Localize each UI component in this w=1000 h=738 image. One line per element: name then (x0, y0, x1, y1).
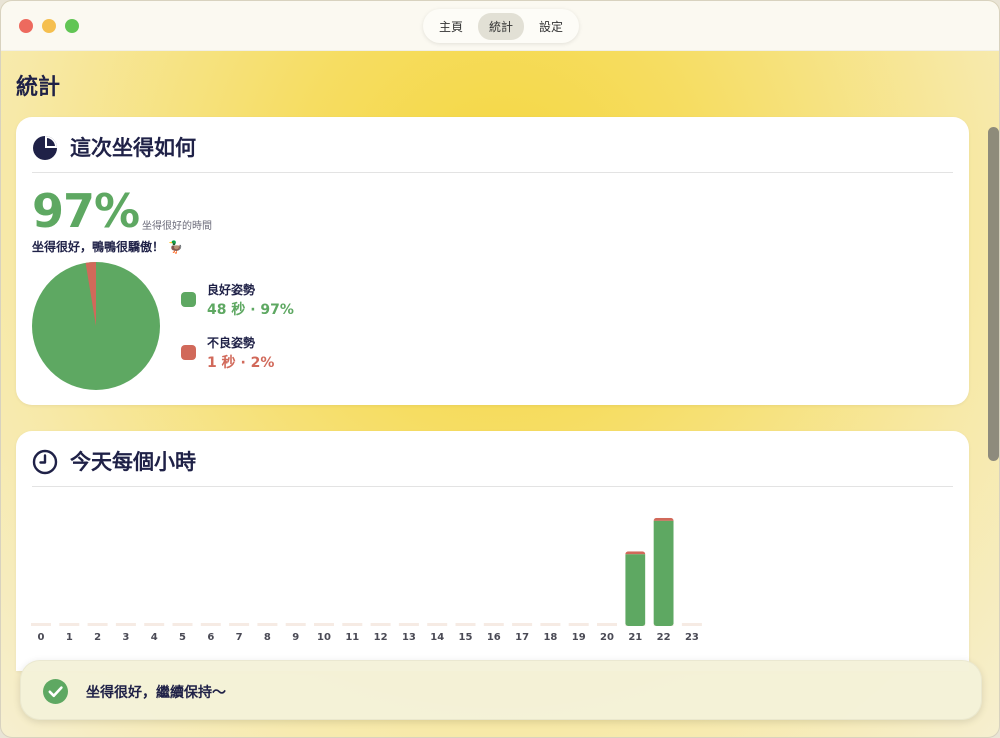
hour-tick-label: 9 (292, 632, 299, 643)
bar-bad-hour-21 (625, 551, 646, 555)
session-summary-card: 這次坐得如何 97% 坐得很好的時間 坐得很好，鴨鴨很驕傲！ 🦆 良好姿勢 48… (16, 117, 969, 405)
page-title: 統計 (16, 75, 61, 100)
hour-tick-label: 13 (402, 632, 416, 643)
hour-tick-label: 12 (374, 632, 388, 643)
hour-slot-1 (59, 623, 80, 626)
title-bar: 主頁 統計 設定 (1, 1, 999, 51)
hour-tick-label: 6 (207, 632, 214, 643)
hour-tick-label: 15 (459, 632, 473, 643)
status-toast: 坐得很好，繼續保持～ (20, 660, 982, 720)
hour-tick-label: 8 (264, 632, 271, 643)
hour-slot-15 (455, 623, 476, 626)
hour-slot-9 (285, 623, 306, 626)
hour-tick-label: 1 (66, 632, 73, 643)
hourly-card-title: 今天每個小時 (70, 450, 196, 474)
hour-slot-19 (568, 623, 589, 626)
encouragement-message: 坐得很好，鴨鴨很驕傲！ 🦆 (32, 240, 184, 254)
app-window: 主頁 統計 設定 統計 這次坐得如何 97% 坐得很好的時間 坐得很好，鴨鴨很驕… (0, 0, 1000, 738)
bar-good-hour-22 (653, 520, 674, 626)
check-circle-icon (43, 679, 68, 704)
hour-tick-label: 7 (236, 632, 243, 643)
hour-slot-8 (257, 623, 278, 626)
legend-swatch-good (181, 292, 196, 307)
hour-slot-4 (144, 623, 165, 626)
legend-label-good: 良好姿勢 (207, 283, 256, 297)
hour-slot-14 (427, 623, 448, 626)
hour-tick-label: 2 (94, 632, 101, 643)
hour-tick-label: 16 (487, 632, 501, 643)
clock-icon (32, 449, 58, 475)
hour-slot-17 (512, 623, 533, 626)
hour-slot-11 (342, 623, 363, 626)
tab-home[interactable]: 主頁 (428, 13, 474, 40)
zoom-window-button[interactable] (65, 19, 79, 33)
hour-tick-label: 3 (122, 632, 129, 643)
toast-message: 坐得很好，繼續保持～ (86, 685, 226, 701)
minimize-window-button[interactable] (42, 19, 56, 33)
bar-good-hour-21 (625, 554, 646, 626)
legend-value-good: 48 秒 · 97% (207, 302, 294, 318)
legend-value-bad: 1 秒 · 2% (207, 355, 275, 371)
hour-tick-label: 23 (685, 632, 699, 643)
hour-tick-label: 10 (317, 632, 331, 643)
hourly-card-header: 今天每個小時 (32, 447, 953, 487)
percent-caption: 坐得很好的時間 (142, 221, 212, 232)
hour-tick-label: 18 (543, 632, 557, 643)
tab-settings[interactable]: 設定 (528, 13, 574, 40)
hour-slot-2 (87, 623, 108, 626)
pie-chart-icon (33, 136, 57, 160)
hour-tick-label: 17 (515, 632, 529, 643)
hour-slot-16 (483, 623, 504, 626)
hour-slot-23 (681, 623, 702, 626)
hour-tick-label: 22 (657, 632, 671, 643)
hour-tick-label: 0 (38, 632, 45, 643)
hour-tick-label: 11 (345, 632, 359, 643)
good-posture-percent: 97% (32, 184, 140, 238)
posture-pie-chart (32, 262, 160, 390)
hour-slot-3 (115, 623, 136, 626)
session-card-title: 這次坐得如何 (70, 136, 196, 160)
hourly-card: 今天每個小時 0 1 2 3 4 5 6 7 8 9 10 11 12 13 14 15 16 17 18 19 20 2… (16, 431, 969, 671)
hour-slot-7 (229, 623, 250, 626)
hour-slot-20 (597, 623, 617, 626)
hour-slot-0 (31, 623, 51, 626)
close-window-button[interactable] (19, 19, 33, 33)
hour-tick-label: 19 (572, 632, 586, 643)
hour-tick-label: 5 (179, 632, 186, 643)
hour-slot-18 (540, 623, 561, 626)
legend-swatch-bad (181, 345, 196, 360)
session-card-header: 這次坐得如何 (32, 133, 953, 173)
hour-tick-label: 21 (628, 632, 642, 643)
hour-slot-5 (172, 623, 193, 626)
hourly-bar-chart: 0 1 2 3 4 5 6 7 8 9 10 11 12 13 14 15 16 17 18 19 20 21 22 23 (31, 517, 702, 643)
hour-tick-label: 14 (430, 632, 444, 643)
hour-slot-6 (200, 623, 221, 626)
hour-tick-label: 20 (600, 632, 614, 643)
tab-stats[interactable]: 統計 (477, 12, 524, 40)
hour-slot-12 (370, 623, 391, 626)
hour-slot-13 (398, 623, 419, 626)
tab-bar: 主頁 統計 設定 (423, 9, 579, 43)
vertical-scrollbar[interactable] (988, 127, 999, 461)
bar-bad-hour-22 (653, 517, 674, 521)
hour-slot-10 (314, 623, 334, 626)
legend-label-bad: 不良姿勢 (207, 336, 256, 350)
hour-tick-label: 4 (151, 632, 158, 643)
